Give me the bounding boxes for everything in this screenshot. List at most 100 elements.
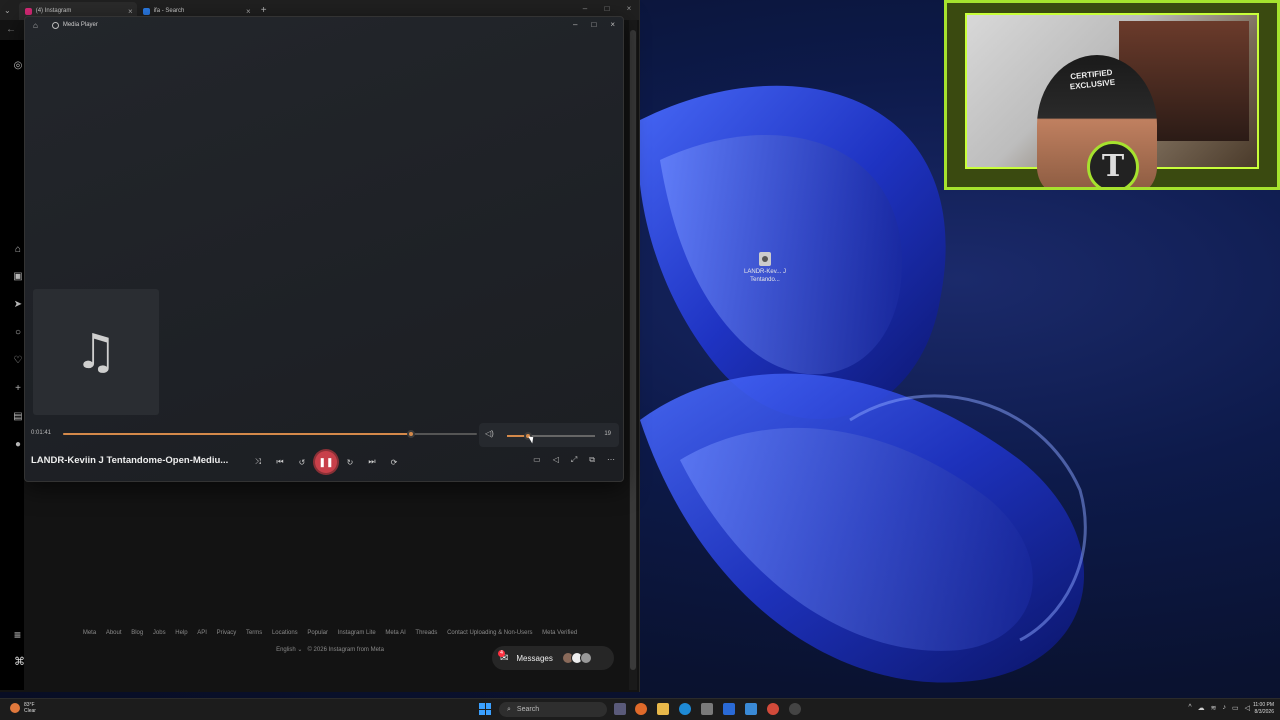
clock-date: 8/3/2026 (1254, 709, 1274, 715)
shuffle-icon[interactable]: ⤨ (247, 457, 269, 467)
elapsed-time: 0:01:41 (31, 430, 52, 436)
messages-button[interactable]: ✉ 4 Messages (492, 646, 614, 670)
footer-link[interactable]: Instagram Lite (338, 630, 376, 636)
copilot-icon[interactable] (635, 703, 647, 715)
scrollbar-thumb[interactable] (630, 30, 636, 670)
speaker-icon[interactable]: ◁ (1245, 704, 1250, 712)
close-window-icon[interactable]: × (625, 4, 633, 13)
footer-link[interactable]: Threads (415, 630, 437, 636)
footer-link[interactable]: Privacy (217, 630, 237, 636)
footer-link[interactable]: Help (175, 630, 187, 636)
app-icon[interactable] (745, 703, 757, 715)
fullscreen-icon[interactable]: ⤢ (571, 455, 577, 465)
language-select[interactable]: English (276, 647, 296, 653)
send-icon[interactable]: ➤ (12, 299, 24, 311)
search-icon: ⌕ (507, 705, 511, 713)
profile-icon[interactable]: ● (12, 439, 24, 451)
pause-button[interactable]: ❚❚ (315, 451, 337, 473)
chrome-icon[interactable] (767, 703, 779, 715)
page-scrollbar[interactable] (629, 20, 637, 690)
avatar (579, 652, 592, 664)
previous-icon[interactable]: ⏮ (269, 457, 291, 467)
maximize-icon[interactable]: □ (603, 4, 611, 13)
new-tab-icon[interactable]: + (261, 5, 267, 16)
tab-label: (4) Instagram (35, 8, 72, 14)
taskbar-clock[interactable]: 11:00 PM 8/3/2026 (1253, 702, 1274, 716)
weather-widget[interactable]: 83°F Clear (10, 702, 36, 714)
back-arrow-icon[interactable]: ← (6, 24, 16, 35)
dashboard-icon[interactable]: ▤ (12, 411, 24, 423)
search-icon[interactable]: ○ (12, 327, 24, 339)
speaker-icon[interactable]: ◁) (485, 429, 494, 438)
footer-link[interactable]: Terms (246, 630, 262, 636)
footer-link[interactable]: Contact Uploading & Non-Users (447, 630, 532, 636)
instagram-logo-icon[interactable]: ◎ (12, 60, 24, 72)
close-tab-icon[interactable]: × (128, 7, 133, 16)
repeat-icon[interactable]: ⟳ (383, 458, 405, 467)
footer-link[interactable]: Popular (307, 630, 328, 636)
album-art: ♫ (33, 289, 159, 415)
media-player-window: ⌂ Media Player – □ × ♫ 0:01:41 ◁) 19 LAN… (24, 16, 624, 482)
close-tab-icon[interactable]: × (246, 7, 251, 16)
bing-favicon-icon (142, 7, 150, 15)
home-icon[interactable]: ⌂ (33, 21, 38, 30)
mic-icon[interactable]: ♪ (1222, 704, 1226, 712)
footer-link[interactable]: About (106, 630, 122, 636)
windows-start-icon[interactable] (479, 703, 491, 715)
media-player-task-icon[interactable] (789, 703, 801, 715)
desktop-file-icon[interactable]: LANDR-Kev... J Tentando... (744, 252, 786, 284)
store-icon[interactable] (701, 703, 713, 715)
footer-links: Meta About Blog Jobs Help API Privacy Te… (60, 630, 600, 636)
heart-icon[interactable]: ♡ (12, 355, 24, 367)
maximize-icon[interactable]: □ (591, 20, 596, 29)
footer-link[interactable]: API (197, 630, 207, 636)
transport-controls: ⤨ ⏮ ↺ ❚❚ ↻ ⏭ ⟳ (247, 451, 405, 473)
chevron-down-icon: ⌄ (297, 647, 305, 653)
next-icon[interactable]: ⏭ (361, 457, 383, 467)
search-placeholder: Search (516, 706, 540, 713)
cloud-icon[interactable]: ☁ (1198, 704, 1205, 712)
mail-icon[interactable] (723, 703, 735, 715)
instagram-favicon-icon (24, 7, 32, 15)
volume-icon[interactable]: ◁ (553, 455, 559, 465)
network-icon[interactable]: ≋ (1211, 704, 1217, 712)
footer-link[interactable]: Meta AI (385, 630, 405, 636)
edge-icon[interactable] (679, 703, 691, 715)
mini-player-icon[interactable]: ⧉ (589, 455, 595, 465)
footer-link[interactable]: Blog (131, 630, 143, 636)
chevron-up-icon[interactable]: ^ (1188, 704, 1191, 712)
more-menu-icon[interactable]: ≡ (14, 628, 21, 642)
music-note-icon: ♫ (74, 324, 118, 380)
task-view-icon[interactable] (614, 703, 626, 715)
desktop-file-label: LANDR-Kev... J Tentando... (744, 269, 786, 283)
minimize-icon[interactable]: – (573, 20, 577, 29)
home-icon[interactable]: ⌂ (12, 244, 24, 256)
rewind-10-icon[interactable]: ↺ (291, 458, 313, 467)
footer-link[interactable]: Meta Verified (542, 630, 577, 636)
taskbar-search-box[interactable]: ⌕ Search (499, 702, 607, 717)
forward-30-icon[interactable]: ↻ (339, 458, 361, 467)
seek-bar[interactable] (63, 430, 477, 438)
weather-desc: Clear (24, 708, 36, 714)
reels-icon[interactable]: ▣ (12, 271, 24, 283)
volume-slider[interactable] (507, 432, 595, 440)
volume-flyout: ◁) 19 (479, 423, 619, 447)
close-window-icon[interactable]: × (610, 20, 615, 29)
webcam-overlay: CERTIFIED EXCLUSIVE T (944, 0, 1280, 190)
copyright: © 2026 Instagram from Meta (307, 647, 384, 653)
footer-link[interactable]: Meta (83, 630, 96, 636)
file-explorer-icon[interactable] (657, 703, 669, 715)
more-options-icon[interactable]: ⋯ (607, 455, 615, 465)
weather-icon (10, 703, 20, 713)
apps-icon[interactable]: ⌘ (14, 655, 25, 668)
captions-icon[interactable]: ▭ (533, 455, 541, 465)
display-icon[interactable]: ▭ (1232, 704, 1239, 712)
seek-bar-thumb[interactable] (406, 430, 415, 438)
tab-menu-icon[interactable]: ⌄ (4, 6, 11, 15)
media-player-logo-icon (51, 21, 59, 29)
minimize-icon[interactable]: – (581, 4, 589, 13)
volume-value: 19 (604, 431, 611, 437)
footer-link[interactable]: Jobs (153, 630, 166, 636)
footer-link[interactable]: Locations (272, 630, 298, 636)
create-icon[interactable]: + (12, 383, 24, 395)
